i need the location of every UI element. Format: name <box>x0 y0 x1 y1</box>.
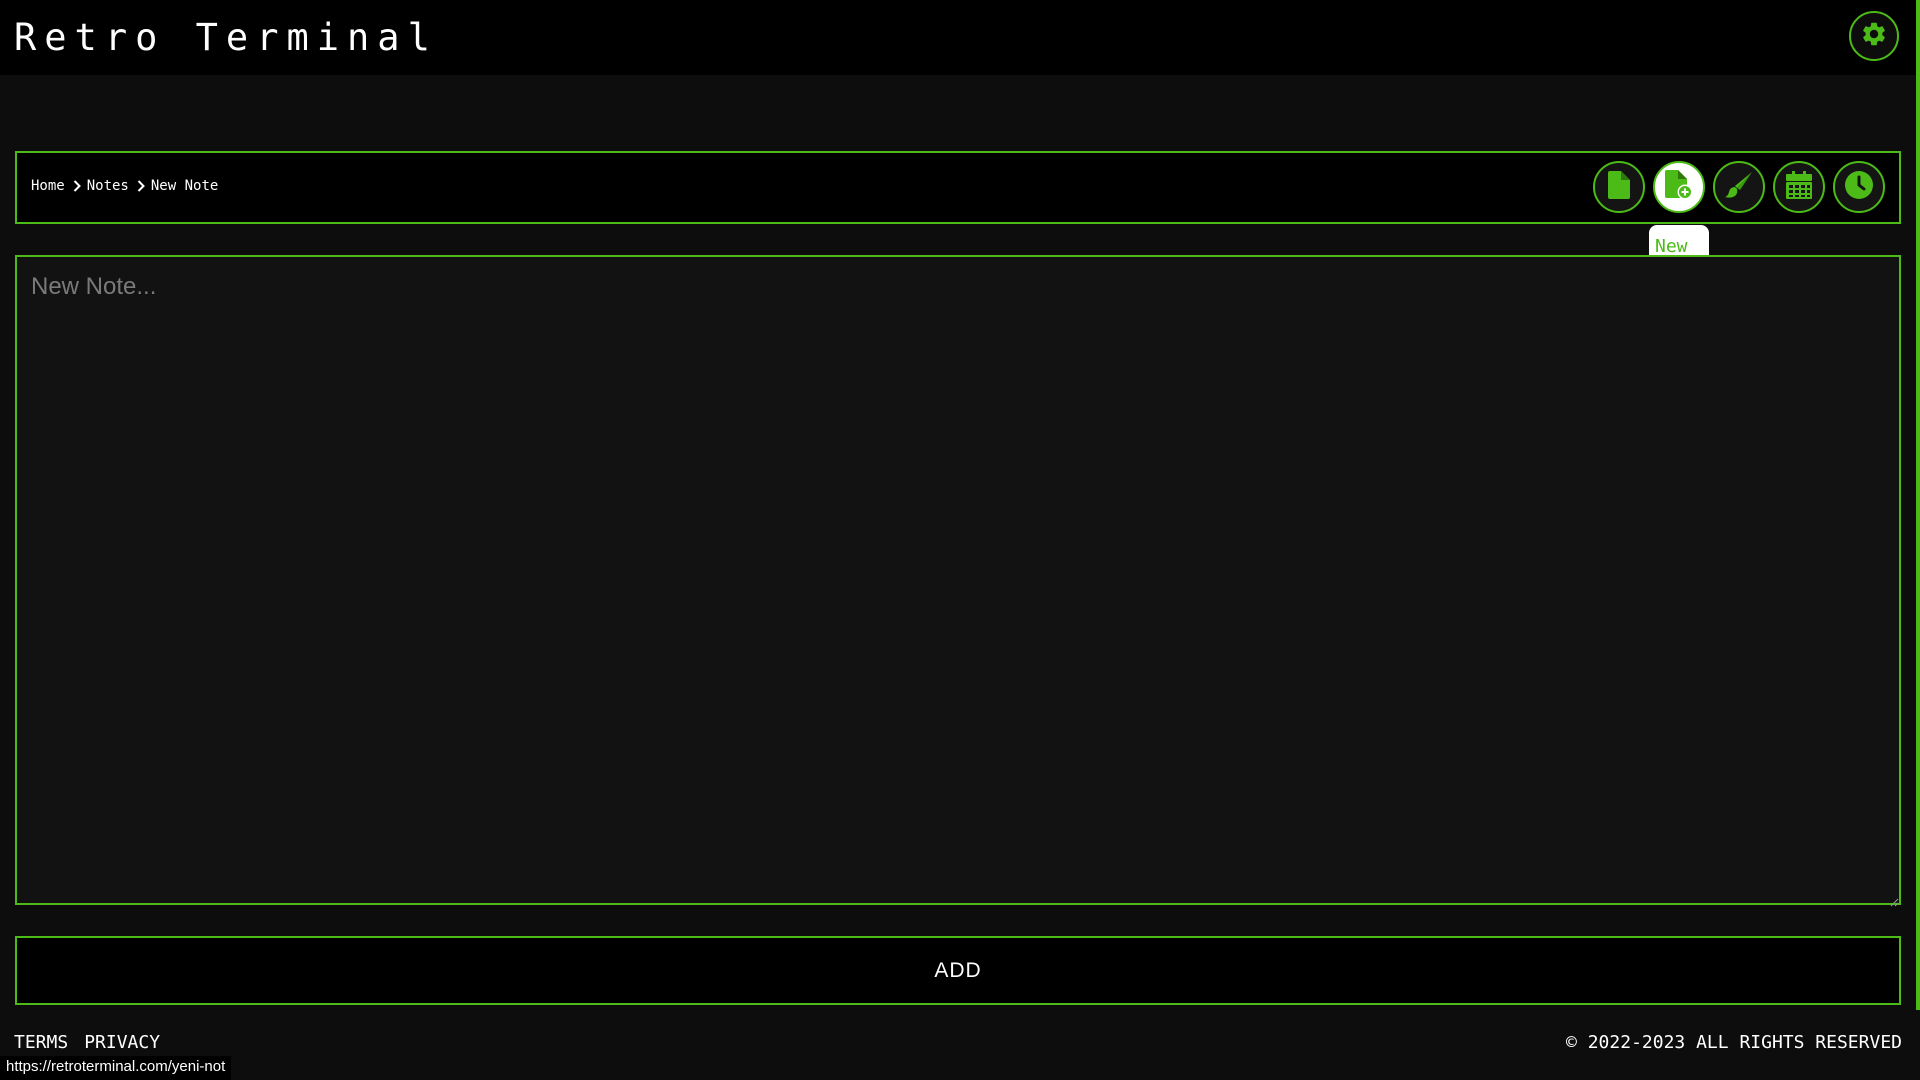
header-bar: Retro Terminal <box>0 0 1918 75</box>
note-textarea[interactable] <box>15 255 1901 905</box>
calendar-icon <box>1786 171 1812 203</box>
breadcrumb-item-home[interactable]: Home <box>31 178 65 194</box>
add-button[interactable]: ADD <box>15 936 1901 1005</box>
chevron-right-icon <box>73 180 81 192</box>
app-root: Retro Terminal Home Notes New Note New N… <box>0 0 1920 1080</box>
privacy-link[interactable]: PRIVACY <box>84 1032 160 1053</box>
history-button[interactable] <box>1833 161 1885 213</box>
gear-icon <box>1860 20 1888 52</box>
draw-button[interactable] <box>1713 161 1765 213</box>
notes-list-button[interactable] <box>1593 161 1645 213</box>
breadcrumb-item-notes[interactable]: Notes <box>87 178 129 194</box>
resize-handle-icon[interactable] <box>1889 892 1899 907</box>
copyright-text: © 2022-2023 ALL RIGHTS RESERVED <box>1566 1032 1902 1053</box>
document-icon <box>1608 171 1630 203</box>
chevron-right-icon <box>137 180 145 192</box>
new-note-button[interactable] <box>1653 161 1705 213</box>
status-bar-url: https://retroterminal.com/yeni-not <box>0 1056 232 1080</box>
footer-links: TERMS PRIVACY <box>14 1032 160 1053</box>
terms-link[interactable]: TERMS <box>14 1032 68 1053</box>
app-title: Retro Terminal <box>14 16 438 59</box>
clock-icon <box>1844 170 1874 204</box>
breadcrumb: Home Notes New Note <box>31 178 218 194</box>
document-plus-icon <box>1665 170 1693 204</box>
breadcrumb-item-current: New Note <box>150 178 219 194</box>
calendar-button[interactable] <box>1773 161 1825 213</box>
breadcrumb-bar: Home Notes New Note <box>15 151 1901 224</box>
paintbrush-icon <box>1724 170 1754 204</box>
scrollbar[interactable] <box>1916 0 1920 1010</box>
settings-button[interactable] <box>1849 11 1899 61</box>
